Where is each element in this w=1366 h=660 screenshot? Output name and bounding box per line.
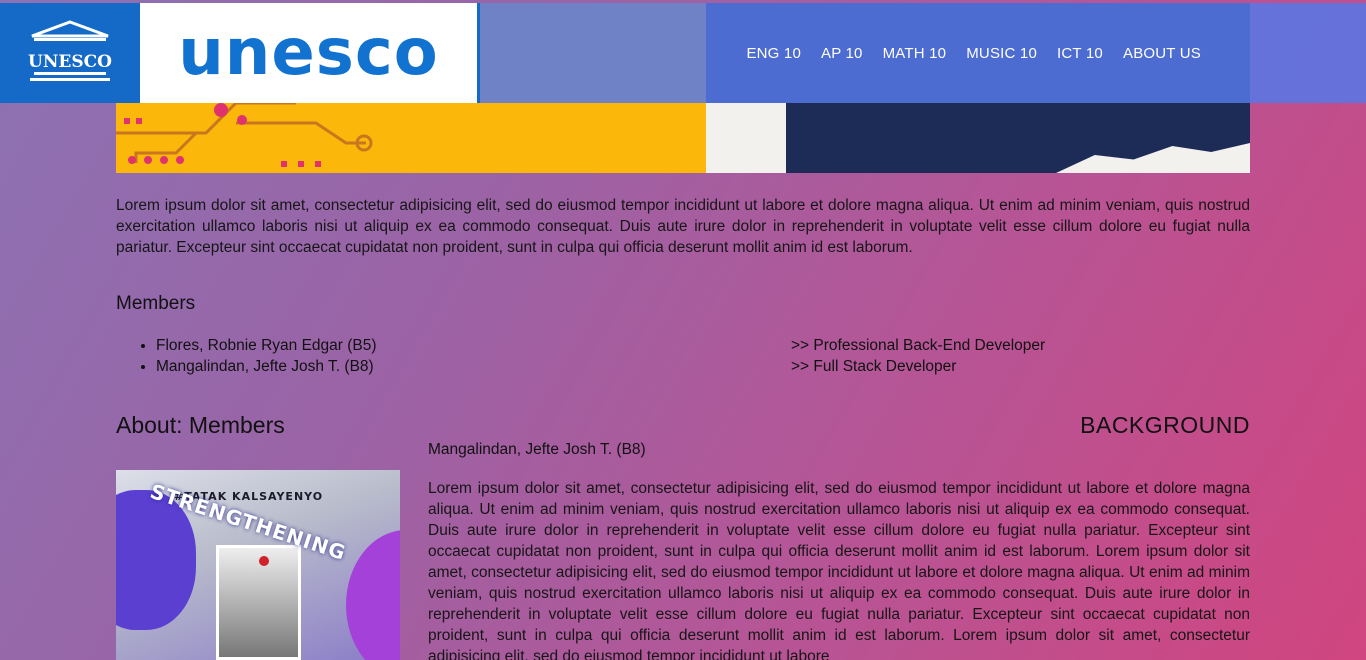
nav-eng10[interactable]: ENG 10 [746,45,801,62]
emblem-text: UNESCO [28,52,112,72]
unesco-emblem-logo[interactable]: UNESCO [0,3,140,103]
about-members-heading: About: Members [116,412,285,438]
logo-word: unesco [178,16,439,90]
nav-music10[interactable]: MUSIC 10 [966,45,1037,62]
list-item: Flores, Robnie Ryan Edgar (B5) [156,335,377,356]
main-nav: ENG 10 AP 10 MATH 10 MUSIC 10 ICT 10 ABO… [746,3,1201,103]
members-heading: Members [116,293,196,314]
poster-shape [346,530,400,660]
list-item: Mangalindan, Jefte Josh T. (B8) [156,356,377,377]
intro-section: Lorem ipsum dolor sit amet, consectetur … [116,195,1250,258]
temple-icon: UNESCO [28,20,112,81]
member-poster-image: #TATAK KALSAYENYO STRENGTHENING [116,470,400,660]
background-heading: BACKGROUND [1080,412,1250,438]
hero-paper-tear [706,103,786,173]
unesco-wordmark[interactable]: unesco [140,3,480,103]
site-header: UNESCO unesco ENG 10 AP 10 MATH 10 MUSIC… [0,3,1366,103]
intro-paragraph: Lorem ipsum dolor sit amet, consectetur … [116,197,1250,256]
nav-about-us[interactable]: ABOUT US [1123,45,1201,62]
pin-icon [259,556,269,566]
nav-ict10[interactable]: ICT 10 [1057,45,1103,62]
roles-list: >> Professional Back-End Developer >> Fu… [791,335,1045,377]
member-name: Mangalindan, Jefte Josh T. (B8) [428,441,646,458]
nav-ap10[interactable]: AP 10 [821,45,863,62]
members-list: Flores, Robnie Ryan Edgar (B5) Mangalind… [156,335,377,377]
role-text: >> Full Stack Developer [791,358,957,375]
member-bio: Lorem ipsum dolor sit amet, consectetur … [428,480,1250,660]
role-text: >> Professional Back-End Developer [791,337,1046,354]
nav-math10[interactable]: MATH 10 [883,45,947,62]
